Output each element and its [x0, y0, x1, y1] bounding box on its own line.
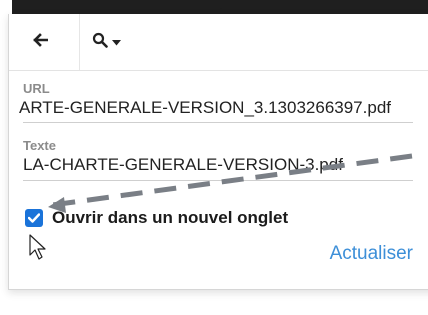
- search-icon: [92, 32, 108, 53]
- text-field[interactable]: LA-CHARTE-GENERALE-VERSION-3.pdf: [23, 155, 423, 175]
- url-field-underline: [23, 122, 413, 123]
- check-icon: [28, 213, 40, 223]
- link-editor-popover: URL ARTE-GENERALE-VERSION_3.1303266397.p…: [8, 14, 428, 290]
- text-label: Texte: [23, 138, 56, 153]
- new-tab-checkbox-label[interactable]: Ouvrir dans un nouvel onglet: [52, 208, 288, 228]
- back-button[interactable]: [21, 14, 59, 70]
- update-button[interactable]: Actualiser: [330, 243, 413, 265]
- search-dropdown-button[interactable]: [79, 14, 132, 70]
- arrow-left-icon: [32, 32, 49, 53]
- url-field[interactable]: ARTE-GENERALE-VERSION_3.1303266397.pdf: [19, 98, 419, 118]
- text-field-underline: [23, 180, 413, 181]
- new-tab-checkbox[interactable]: [25, 209, 43, 227]
- url-label: URL: [23, 81, 50, 96]
- caret-down-icon: [111, 33, 121, 51]
- popover-toolbar: [9, 14, 428, 71]
